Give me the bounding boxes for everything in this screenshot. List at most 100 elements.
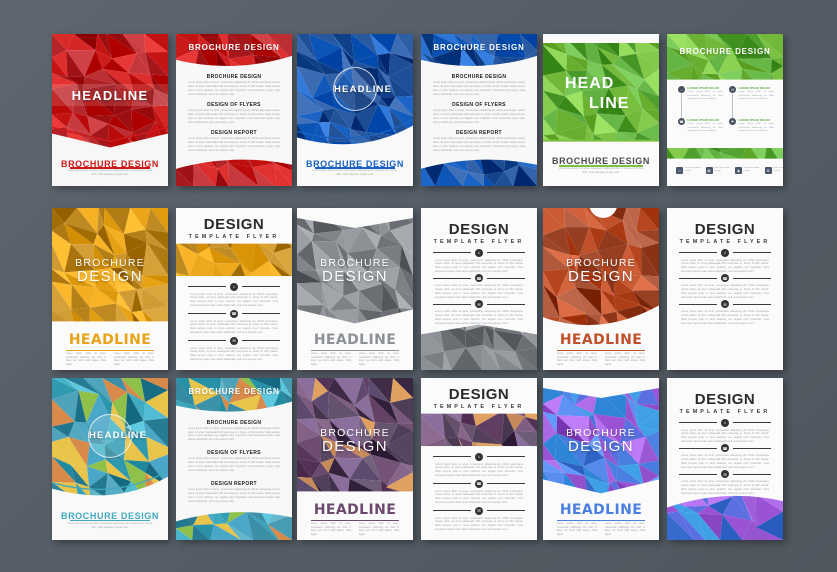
back-section-paragraph: Lorem ipsum dolor sit amet, consectetur … xyxy=(188,109,280,125)
separator-line-left xyxy=(433,483,471,484)
separator-icon: ⌂ xyxy=(230,283,238,291)
cover-headline: HEADLINE xyxy=(297,332,413,348)
brochure-pair-violet[interactable]: BROCHURE DESIGN HEADLINE Lorem ipsum dol… xyxy=(543,378,783,540)
separator-icon: ✉ xyxy=(475,300,483,308)
cell-connector-right xyxy=(732,94,733,118)
cell-icon: ☎ xyxy=(678,118,685,125)
back-separator: ⌂ xyxy=(679,249,771,257)
back-section-paragraph: Lorem ipsum dolor sit amet, consectetur … xyxy=(433,137,525,153)
separator-line-left xyxy=(679,278,717,279)
separator-line-right xyxy=(487,304,525,305)
back-paragraph: Lorem ipsum dolor sit amet, consectetur … xyxy=(681,480,769,496)
back-separator: ⌂ xyxy=(679,419,771,427)
cover-subtext: Lorem ipsum dolor sit amet, consectetur … xyxy=(52,170,168,177)
back-separator: ☎ xyxy=(188,310,280,318)
brochure-cover-red[interactable]: HEADLINE BROCHURE DESIGN Lorem ipsum dol… xyxy=(52,34,168,186)
separator-line-left xyxy=(433,510,471,511)
brochure-cover-green[interactable]: HEAD LINE BROCHURE DESIGN Lorem ipsum do… xyxy=(543,34,659,186)
brochure-back-plum[interactable]: DESIGN TEMPLATE FLYER ⌂ Lorem ipsum dolo… xyxy=(421,378,537,540)
back-top-title: BROCHURE DESIGN xyxy=(667,47,783,56)
back-separator: ☎ xyxy=(433,274,525,282)
back-title: DESIGN xyxy=(421,386,537,403)
cover-two-column-text: Lorem ipsum dolor sit amet, consectetur … xyxy=(311,523,399,538)
brochure-pair-gray[interactable]: BROCHURE DESIGN HEADLINE Lorem ipsum dol… xyxy=(297,208,537,370)
back-subtitle: TEMPLATE FLYER xyxy=(667,239,783,245)
cell-icon: ⌂ xyxy=(678,86,685,93)
brochure-pair-green[interactable]: HEAD LINE BROCHURE DESIGN Lorem ipsum do… xyxy=(543,34,783,186)
footer-item: ⚙ Lorem ipsum dolor sit amet xyxy=(765,167,784,174)
cover-headline-rule xyxy=(66,350,154,352)
brochure-cover-plum[interactable]: BROCHURE DESIGN HEADLINE Lorem ipsum dol… xyxy=(297,378,413,540)
back-top-title: BROCHURE DESIGN xyxy=(421,43,537,52)
brochure-cover-blue[interactable]: HEADLINE BROCHURE DESIGN Lorem ipsum dol… xyxy=(297,34,413,186)
cover-circle-badge: HEADLINE xyxy=(88,414,132,458)
cover-two-column-text: Lorem ipsum dolor sit amet, consectetur … xyxy=(557,353,645,368)
separator-line-left xyxy=(433,456,471,457)
separator-icon: ☎ xyxy=(721,444,729,452)
back-separator: ☎ xyxy=(433,480,525,488)
separator-line-left xyxy=(679,304,717,305)
back-paragraph: Lorem ipsum dolor sit amet, consectetur … xyxy=(435,463,523,479)
brochure-pair-gold[interactable]: BROCHURE DESIGN HEADLINE Lorem ipsum dol… xyxy=(52,208,292,370)
brochure-back-red[interactable]: BROCHURE DESIGN BROCHURE DESIGN Lorem ip… xyxy=(176,34,292,186)
back-paragraph: Lorem ipsum dolor sit amet, consectetur … xyxy=(435,259,523,275)
cover-column-left: Lorem ipsum dolor sit amet, consectetur … xyxy=(66,353,106,368)
back-section-paragraph: Lorem ipsum dolor sit amet, consectetur … xyxy=(433,109,525,125)
cover-rule xyxy=(315,167,395,169)
back-section-heading: BROCHURE DESIGN xyxy=(176,420,292,426)
cover-title-line2: DESIGN xyxy=(52,268,168,285)
back-section-heading: DESIGN OF FLYERS xyxy=(176,450,292,456)
brochure-pair-plum[interactable]: BROCHURE DESIGN HEADLINE Lorem ipsum dol… xyxy=(297,378,537,540)
brochure-back-violet[interactable]: DESIGN TEMPLATE FLYER ⌂ Lorem ipsum dolo… xyxy=(667,378,783,540)
cover-headline-rule xyxy=(557,350,645,352)
cell-title: LOREM IPSUM DOLOR xyxy=(688,87,720,90)
cover-two-column-text: Lorem ipsum dolor sit amet, consectetur … xyxy=(557,523,645,538)
brochure-back-rust[interactable]: DESIGN TEMPLATE FLYER ⌂ Lorem ipsum dolo… xyxy=(667,208,783,370)
brochure-cover-gold[interactable]: BROCHURE DESIGN HEADLINE Lorem ipsum dol… xyxy=(52,208,168,370)
cover-subtext: Lorem ipsum dolor sit amet, consectetur … xyxy=(297,170,413,177)
back-info-cell: ⌂ LOREM IPSUM DOLOR Lorem ipsum dolor si… xyxy=(678,86,723,106)
back-separator: ✉ xyxy=(679,470,771,478)
cover-headline: HEADLINE xyxy=(89,430,131,441)
back-section-heading: BROCHURE DESIGN xyxy=(421,74,537,80)
separator-line-left xyxy=(433,304,471,305)
brochure-back-teal[interactable]: BROCHURE DESIGN BROCHURE DESIGN Lorem ip… xyxy=(176,378,292,540)
brochure-cover-gray[interactable]: BROCHURE DESIGN HEADLINE Lorem ipsum dol… xyxy=(297,208,413,370)
separator-icon: ✉ xyxy=(721,470,729,478)
brochure-pair-teal[interactable]: HEADLINE BROCHURE DESIGN Lorem ipsum dol… xyxy=(52,378,292,540)
separator-line-right xyxy=(733,448,771,449)
brochure-cover-violet[interactable]: BROCHURE DESIGN HEADLINE Lorem ipsum dol… xyxy=(543,378,659,540)
cover-headline: HEADLINE xyxy=(297,502,413,518)
cover-headline-rule xyxy=(311,520,399,522)
brochure-back-gold[interactable]: DESIGN TEMPLATE FLYER ⌂ Lorem ipsum dolo… xyxy=(176,208,292,370)
separator-line-right xyxy=(487,510,525,511)
brochure-back-gray[interactable]: DESIGN TEMPLATE FLYER ⌂ Lorem ipsum dolo… xyxy=(421,208,537,370)
footer-item: ▤ Lorem ipsum dolor sit amet xyxy=(706,167,731,174)
brochure-pair-red[interactable]: HEADLINE BROCHURE DESIGN Lorem ipsum dol… xyxy=(52,34,292,186)
brochure-back-green[interactable]: BROCHURE DESIGN ⌂ LOREM IPSUM DOLOR Lore… xyxy=(667,34,783,186)
back-section-paragraph: Lorem ipsum dolor sit amet, consectetur … xyxy=(188,137,280,153)
brochure-cover-rust[interactable]: BROCHURE DESIGN HEADLINE Lorem ipsum dol… xyxy=(543,208,659,370)
brochure-back-blue[interactable]: BROCHURE DESIGN BROCHURE DESIGN Lorem ip… xyxy=(421,34,537,186)
cover-rule xyxy=(70,520,150,522)
cover-title-line2: DESIGN xyxy=(543,268,659,285)
brochure-cover-teal[interactable]: HEADLINE BROCHURE DESIGN Lorem ipsum dol… xyxy=(52,378,168,540)
cover-rule xyxy=(70,167,150,169)
cover-subtext: Lorem ipsum dolor sit amet, consectetur … xyxy=(543,168,659,175)
brochure-pair-rust[interactable]: BROCHURE DESIGN HEADLINE Lorem ipsum dol… xyxy=(543,208,783,370)
separator-line-right xyxy=(733,278,771,279)
separator-line-right xyxy=(487,278,525,279)
back-section-paragraph: Lorem ipsum dolor sit amet, consectetur … xyxy=(188,457,280,473)
back-paragraph: Lorem ipsum dolor sit amet, consectetur … xyxy=(190,293,278,309)
back-subtitle: TEMPLATE FLYER xyxy=(421,404,537,410)
back-paragraph: Lorem ipsum dolor sit amet, consectetur … xyxy=(435,517,523,533)
cover-headline: HEADLINE xyxy=(72,88,149,103)
brochure-pair-blue[interactable]: HEADLINE BROCHURE DESIGN Lorem ipsum dol… xyxy=(297,34,537,186)
separator-line-left xyxy=(679,422,717,423)
footer-item: ◉ Lorem ipsum dolor sit amet xyxy=(735,167,760,174)
back-footer: □ Lorem ipsum dolor sit amet ▤ Lorem ips… xyxy=(676,167,783,174)
back-paragraph: Lorem ipsum dolor sit amet, consectetur … xyxy=(681,310,769,326)
back-subtitle: TEMPLATE FLYER xyxy=(421,239,537,245)
back-paragraph: Lorem ipsum dolor sit amet, consectetur … xyxy=(681,259,769,275)
cover-column-right: Lorem ipsum dolor sit amet, consectetur … xyxy=(114,353,154,368)
